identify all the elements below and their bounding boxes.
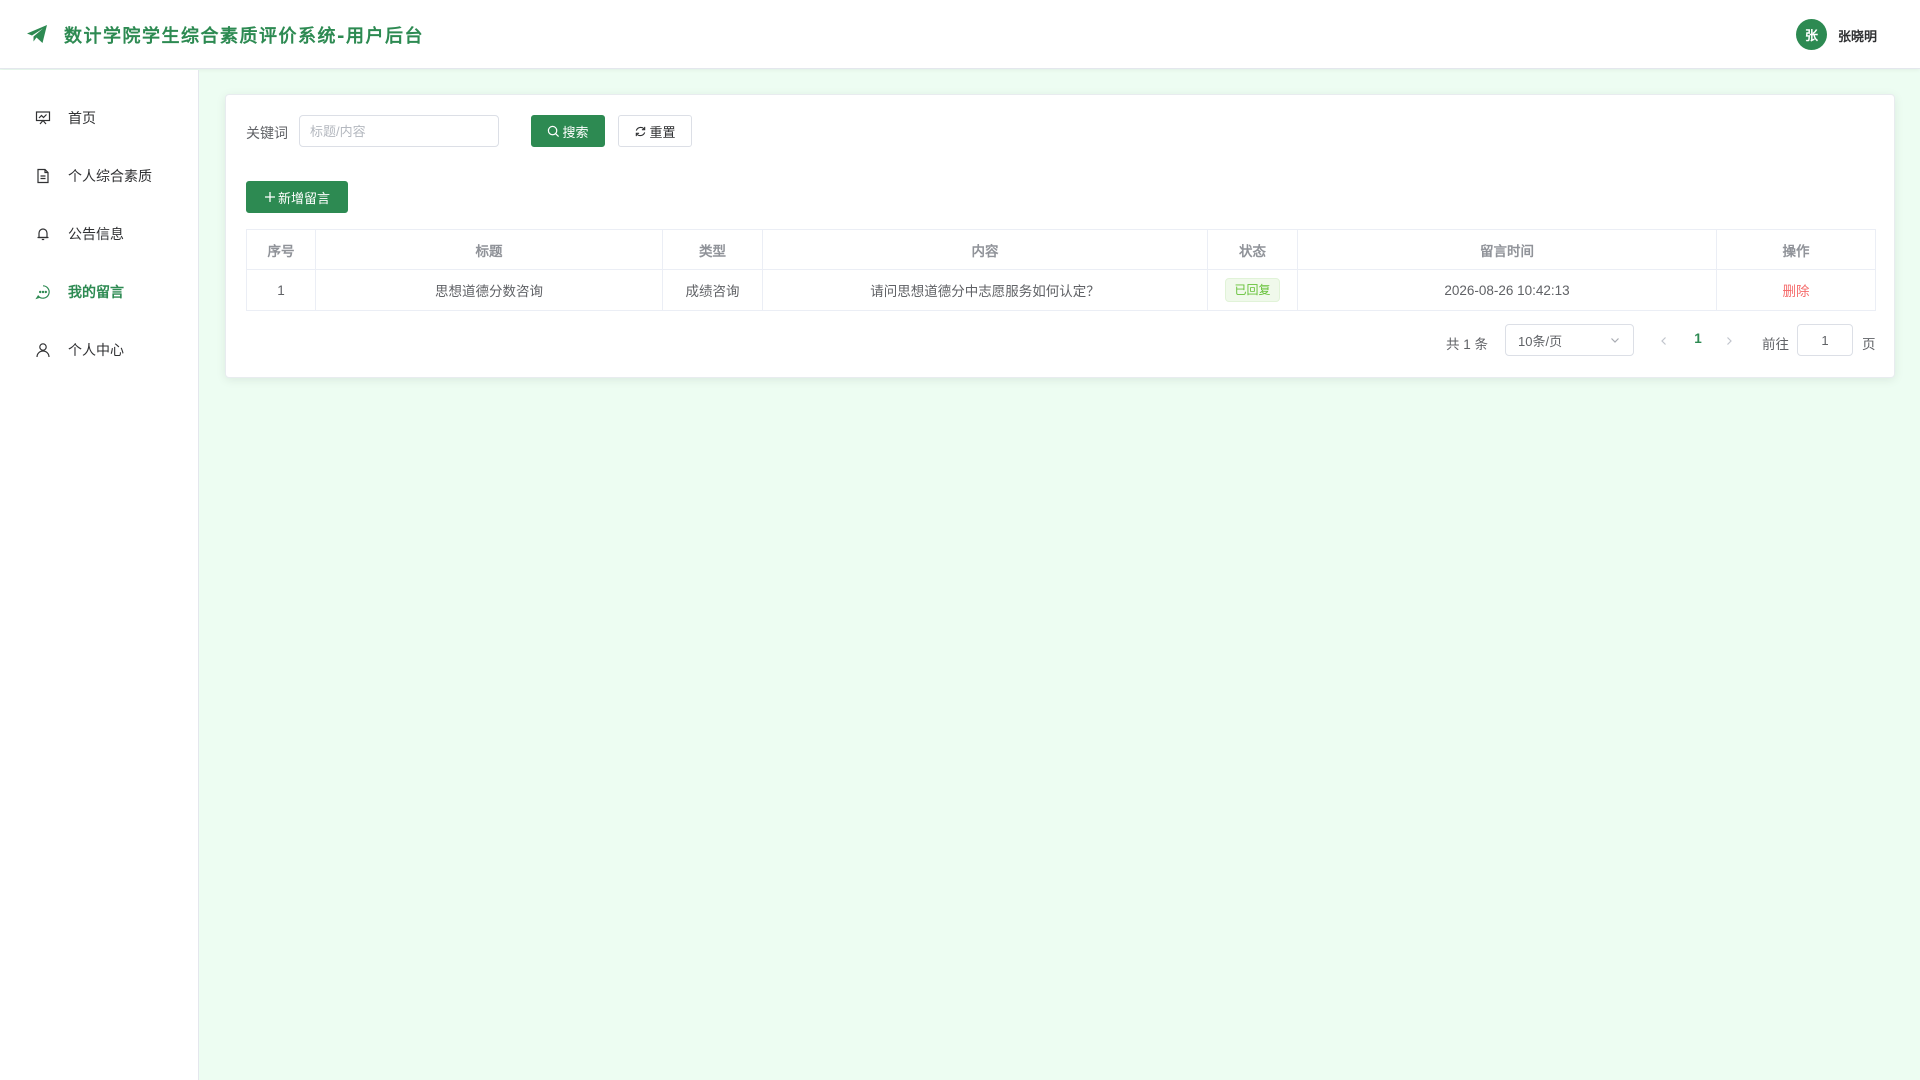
column-header-action: 操作 <box>1716 229 1876 270</box>
keyword-input[interactable] <box>299 115 499 147</box>
chat-icon <box>34 283 52 301</box>
table-header-row: 序号 标题 类型 内容 状态 留言时间 操作 <box>246 229 1876 270</box>
page-size-select[interactable]: 10条/页 <box>1505 324 1634 356</box>
keyword-label: 关键词 <box>246 126 288 142</box>
page-number-current[interactable]: 1 <box>1688 331 1708 346</box>
refresh-icon <box>636 126 646 136</box>
sidebar-item-label: 个人中心 <box>68 343 124 359</box>
column-header-time: 留言时间 <box>1297 229 1717 270</box>
sidebar-item-announcements[interactable]: 公告信息 <box>0 205 198 263</box>
bell-icon <box>34 225 52 243</box>
message-table: 序号 标题 类型 内容 状态 留言时间 操作 1 思想道德分数咨询 成绩咨询 请… <box>246 229 1876 311</box>
paper-plane-icon <box>27 25 47 43</box>
sidebar: 首页 个人综合素质 公告信息 我的留言 个人中心 <box>0 70 199 1080</box>
cell-index: 1 <box>246 269 316 311</box>
chevron-down-icon <box>1611 338 1619 343</box>
app-title: 数计学院学生综合素质评价系统-用户后台 <box>64 26 424 47</box>
next-page-button[interactable] <box>1719 331 1739 351</box>
goto-page-input[interactable] <box>1797 324 1853 356</box>
user-name[interactable]: 张晓明 <box>1838 26 1877 45</box>
sidebar-item-my-messages[interactable]: 我的留言 <box>0 263 198 321</box>
cell-type: 成绩咨询 <box>662 269 763 311</box>
sidebar-item-label: 我的留言 <box>68 285 124 301</box>
page-size-value: 10条/页 <box>1518 333 1563 349</box>
message-list-card: 关键词 搜索 重置 新增留言 序号 标题 类型 内容 <box>225 94 1895 378</box>
cell-action: 删除 <box>1716 269 1876 311</box>
column-header-index: 序号 <box>246 229 316 270</box>
sidebar-item-label: 首页 <box>68 111 96 127</box>
table-row: 1 思想道德分数咨询 成绩咨询 请问思想道德分中志愿服务如何认定？ 已回复 20… <box>246 269 1876 311</box>
goto-label: 前往 <box>1762 337 1789 352</box>
top-header: 数计学院学生综合素质评价系统-用户后台 张 张晓明 <box>0 0 1920 69</box>
search-icon <box>548 125 560 137</box>
user-icon <box>34 341 52 359</box>
sidebar-item-profile[interactable]: 个人中心 <box>0 321 198 379</box>
reset-button-label: 重置 <box>649 124 676 140</box>
column-header-type: 类型 <box>662 229 763 270</box>
plus-icon <box>264 192 275 202</box>
add-message-label: 新增留言 <box>277 190 330 206</box>
prev-page-button[interactable] <box>1654 331 1674 351</box>
chevron-right-icon <box>1727 337 1732 345</box>
sidebar-item-label: 个人综合素质 <box>68 169 152 185</box>
avatar[interactable]: 张 <box>1796 19 1827 50</box>
cell-content: 请问思想道德分中志愿服务如何认定？ <box>762 269 1208 311</box>
column-header-title: 标题 <box>315 229 663 270</box>
page-suffix-label: 页 <box>1862 337 1876 352</box>
sidebar-item-home[interactable]: 首页 <box>0 89 198 147</box>
add-message-button[interactable]: 新增留言 <box>246 181 348 213</box>
sidebar-item-personal-quality[interactable]: 个人综合素质 <box>0 147 198 205</box>
presentation-icon <box>34 109 52 127</box>
pagination-total: 共 1 条 <box>1446 337 1489 352</box>
column-header-content: 内容 <box>762 229 1208 270</box>
delete-button[interactable]: 删除 <box>1783 284 1810 299</box>
cell-title: 思想道德分数咨询 <box>315 269 663 311</box>
search-button-label: 搜索 <box>562 124 589 140</box>
column-header-status: 状态 <box>1207 229 1298 270</box>
status-badge: 已回复 <box>1225 278 1280 302</box>
document-icon <box>34 167 52 185</box>
chevron-left-icon <box>1661 337 1666 345</box>
sidebar-item-label: 公告信息 <box>68 227 124 243</box>
reset-button[interactable]: 重置 <box>618 115 692 147</box>
cell-status: 已回复 <box>1207 269 1298 311</box>
search-button[interactable]: 搜索 <box>531 115 605 147</box>
cell-time: 2026-08-26 10:42:13 <box>1297 269 1717 311</box>
